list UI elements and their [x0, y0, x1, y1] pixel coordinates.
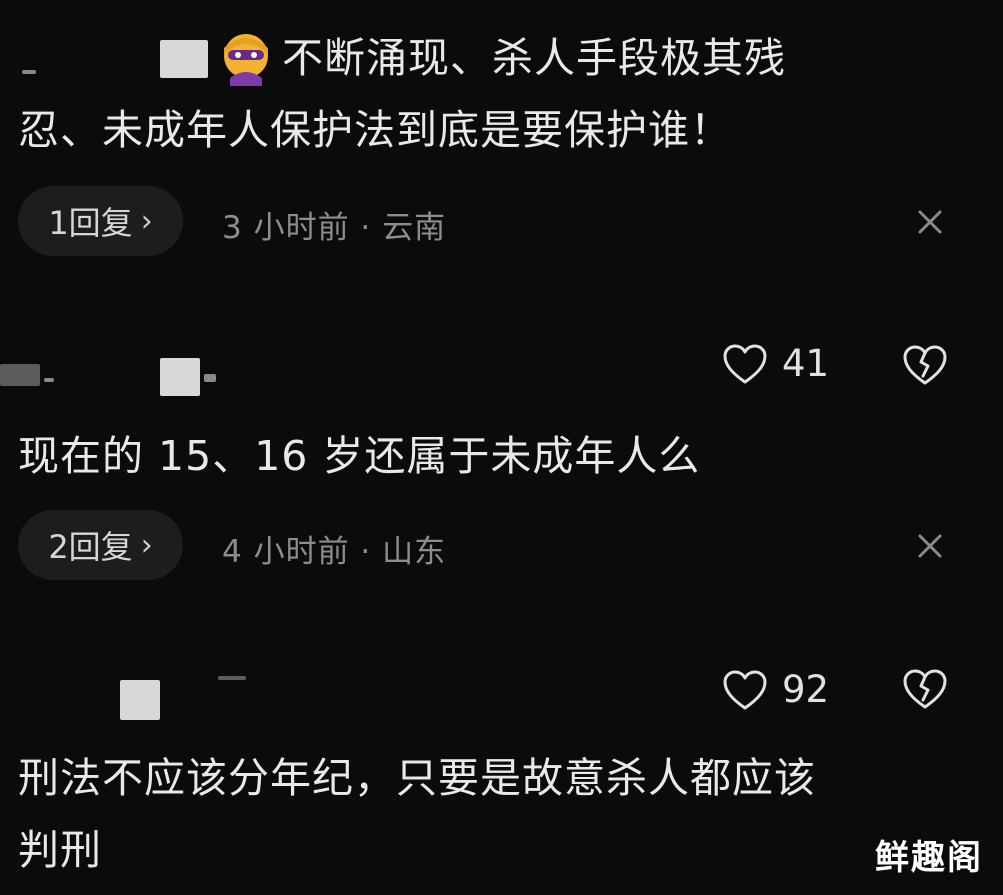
comment-text-line1: 刑法不应该分年纪，只要是故意杀人都应该: [18, 754, 816, 802]
redacted-username: [0, 364, 40, 386]
like-button[interactable]: 92: [722, 668, 829, 711]
comment-meta: 4 小时前 · 山东: [222, 534, 447, 570]
like-button[interactable]: 41: [722, 342, 829, 385]
comment-text-line2: 忍、未成年人保护法到底是要保护谁！: [18, 106, 732, 154]
redacted-avatar: [160, 358, 200, 396]
comment-text-line1: 现在的 15、16 岁还属于未成年人么: [18, 432, 701, 480]
supervillain-emoji-icon: [224, 34, 268, 86]
broken-heart-icon[interactable]: [902, 668, 948, 710]
redacted-avatar: [120, 680, 160, 720]
comment-text-line1: 不断涌现、杀人手段极其残: [282, 34, 786, 82]
redacted-username: [204, 374, 216, 382]
reply-button[interactable]: 1回复 ›: [18, 186, 183, 256]
heart-outline-icon: [723, 670, 767, 709]
like-count: 41: [782, 342, 830, 385]
close-icon[interactable]: [912, 528, 948, 564]
reply-label: 2回复: [48, 528, 133, 566]
heart-outline-icon: [723, 344, 767, 383]
comment-meta: 3 小时前 · 云南: [222, 210, 447, 246]
redacted-username: [22, 70, 36, 74]
redacted-avatar: [160, 40, 208, 78]
reply-button[interactable]: 2回复 ›: [18, 510, 183, 580]
comment-text-line2: 判刑: [18, 826, 102, 874]
redacted-username: [218, 676, 246, 680]
redacted-username: [44, 378, 54, 382]
watermark: 鲜趣阁: [875, 838, 983, 878]
broken-heart-icon[interactable]: [902, 344, 948, 386]
reply-label: 1回复: [48, 204, 133, 242]
close-icon[interactable]: [912, 204, 948, 240]
like-count: 92: [782, 668, 830, 711]
chevron-right-icon: ›: [140, 527, 153, 563]
chevron-right-icon: ›: [140, 203, 153, 239]
